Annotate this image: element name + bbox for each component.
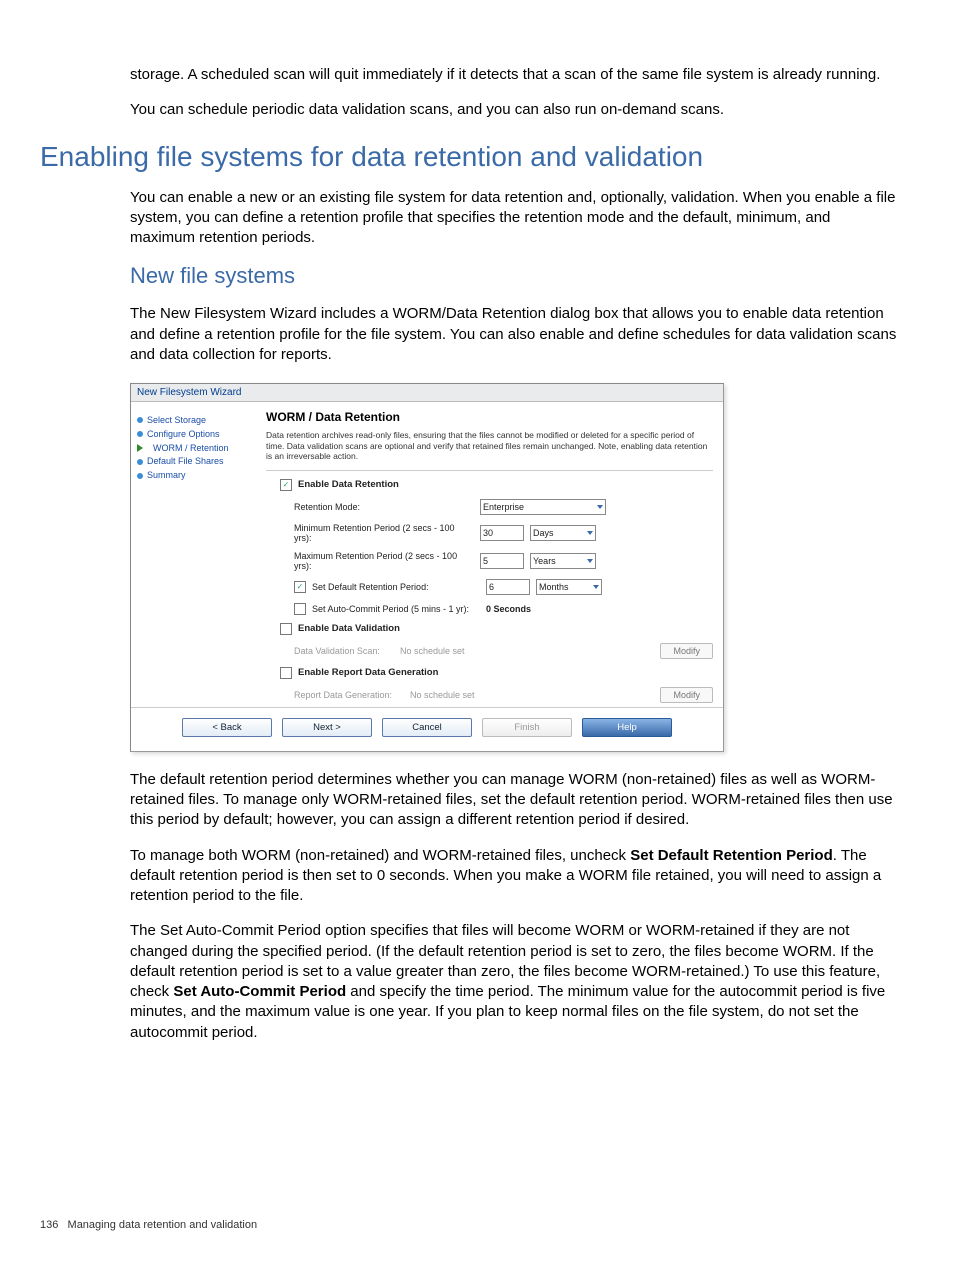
report-gen-label: Report Data Generation: [294, 690, 404, 700]
sidebar-item-label: Summary [147, 470, 186, 481]
chevron-down-icon [593, 585, 599, 589]
wizard-sidebar: Select Storage Configure Options WORM / … [131, 402, 256, 707]
section-heading: Enabling file systems for data retention… [40, 141, 914, 173]
arrow-icon [137, 444, 149, 452]
max-retention-label: Maximum Retention Period (2 secs - 100 y… [294, 551, 474, 571]
default-retention-checkbox[interactable] [294, 581, 306, 593]
wizard-titlebar: New Filesystem Wizard [131, 384, 723, 402]
validation-scan-row: Data Validation Scan: No schedule set Mo… [294, 643, 713, 659]
wizard-dialog: New Filesystem Wizard Select Storage Con… [130, 383, 724, 752]
after-p2a: To manage both WORM (non-retained) and W… [130, 847, 630, 864]
max-retention-row: Maximum Retention Period (2 secs - 100 y… [294, 551, 713, 571]
enable-report-checkbox[interactable] [280, 667, 292, 679]
enable-report-label: Enable Report Data Generation [298, 667, 438, 678]
sidebar-item-default-file-shares[interactable]: Default File Shares [137, 456, 252, 467]
chevron-down-icon [587, 559, 593, 563]
report-gen-value: No schedule set [410, 690, 510, 700]
enable-report-row: Enable Report Data Generation [280, 667, 713, 679]
sidebar-item-label: Select Storage [147, 415, 206, 426]
sidebar-item-label: Configure Options [147, 429, 220, 440]
sidebar-item-label: WORM / Retention [153, 443, 229, 454]
sub-heading: New file systems [130, 263, 914, 289]
wizard-footer: < Back Next > Cancel Finish Help [131, 707, 723, 751]
bullet-icon [137, 417, 143, 423]
sidebar-item-label: Default File Shares [147, 456, 224, 467]
after-p1: The default retention period determines … [130, 770, 899, 831]
sidebar-item-configure-options[interactable]: Configure Options [137, 429, 252, 440]
autocommit-label: Set Auto-Commit Period (5 mins - 1 yr): [312, 604, 480, 614]
min-retention-unit-select[interactable]: Days [530, 525, 596, 541]
page-number: 136 [40, 1219, 58, 1231]
wizard-content: WORM / Data Retention Data retention arc… [256, 402, 723, 707]
default-retention-label: Set Default Retention Period: [312, 582, 480, 592]
autocommit-checkbox[interactable] [294, 603, 306, 615]
min-retention-label: Minimum Retention Period (2 secs - 100 y… [294, 523, 474, 543]
sidebar-item-summary[interactable]: Summary [137, 470, 252, 481]
enable-retention-checkbox[interactable] [280, 479, 292, 491]
after-p2: To manage both WORM (non-retained) and W… [130, 846, 899, 907]
retention-mode-select[interactable]: Enterprise [480, 499, 606, 515]
content-description: Data retention archives read-only files,… [266, 430, 713, 471]
enable-data-retention-row: Enable Data Retention [280, 479, 713, 491]
validation-modify-button[interactable]: Modify [660, 643, 713, 659]
default-retention-row: Set Default Retention Period: 6 Months [294, 579, 713, 595]
max-retention-input[interactable]: 5 [480, 553, 524, 569]
enable-validation-row: Enable Data Validation [280, 623, 713, 635]
intro-p2: You can schedule periodic data validatio… [130, 100, 899, 120]
sidebar-item-worm-retention[interactable]: WORM / Retention [137, 443, 252, 454]
validation-scan-value: No schedule set [400, 646, 500, 656]
max-retention-unit-select[interactable]: Years [530, 553, 596, 569]
chevron-down-icon [597, 505, 603, 509]
min-retention-row: Minimum Retention Period (2 secs - 100 y… [294, 523, 713, 543]
validation-scan-label: Data Validation Scan: [294, 646, 394, 656]
section-p1: You can enable a new or an existing file… [130, 188, 899, 249]
enable-retention-label: Enable Data Retention [298, 479, 399, 490]
finish-button[interactable]: Finish [482, 718, 572, 737]
bullet-icon [137, 473, 143, 479]
cancel-button[interactable]: Cancel [382, 718, 472, 737]
default-retention-unit-select[interactable]: Months [536, 579, 602, 595]
bullet-icon [137, 431, 143, 437]
page: storage. A scheduled scan will quit imme… [0, 0, 954, 1271]
autocommit-value: 0 Seconds [486, 604, 531, 614]
default-retention-input[interactable]: 6 [486, 579, 530, 595]
default-retention-unit: Months [539, 582, 569, 592]
after-p3b: Set Auto-Commit Period [173, 983, 346, 1000]
page-footer: 136 Managing data retention and validati… [40, 1219, 257, 1231]
retention-mode-label: Retention Mode: [294, 502, 474, 512]
report-modify-button[interactable]: Modify [660, 687, 713, 703]
content-heading: WORM / Data Retention [266, 410, 713, 424]
enable-validation-checkbox[interactable] [280, 623, 292, 635]
next-button[interactable]: Next > [282, 718, 372, 737]
enable-validation-label: Enable Data Validation [298, 623, 400, 634]
help-button[interactable]: Help [582, 718, 672, 737]
after-p3: The Set Auto-Commit Period option specif… [130, 921, 899, 1043]
intro-p1: storage. A scheduled scan will quit imme… [130, 65, 899, 85]
retention-mode-value: Enterprise [483, 502, 524, 512]
min-retention-input[interactable]: 30 [480, 525, 524, 541]
page-footer-title: Managing data retention and validation [68, 1219, 258, 1231]
max-retention-unit: Years [533, 556, 556, 566]
autocommit-row: Set Auto-Commit Period (5 mins - 1 yr): … [294, 603, 713, 615]
chevron-down-icon [587, 531, 593, 535]
bullet-icon [137, 459, 143, 465]
back-button[interactable]: < Back [182, 718, 272, 737]
min-retention-unit: Days [533, 528, 554, 538]
report-gen-row: Report Data Generation: No schedule set … [294, 687, 713, 703]
retention-mode-row: Retention Mode: Enterprise [294, 499, 713, 515]
sub-p1: The New Filesystem Wizard includes a WOR… [130, 304, 899, 365]
after-p2b: Set Default Retention Period [630, 847, 833, 864]
sidebar-item-select-storage[interactable]: Select Storage [137, 415, 252, 426]
